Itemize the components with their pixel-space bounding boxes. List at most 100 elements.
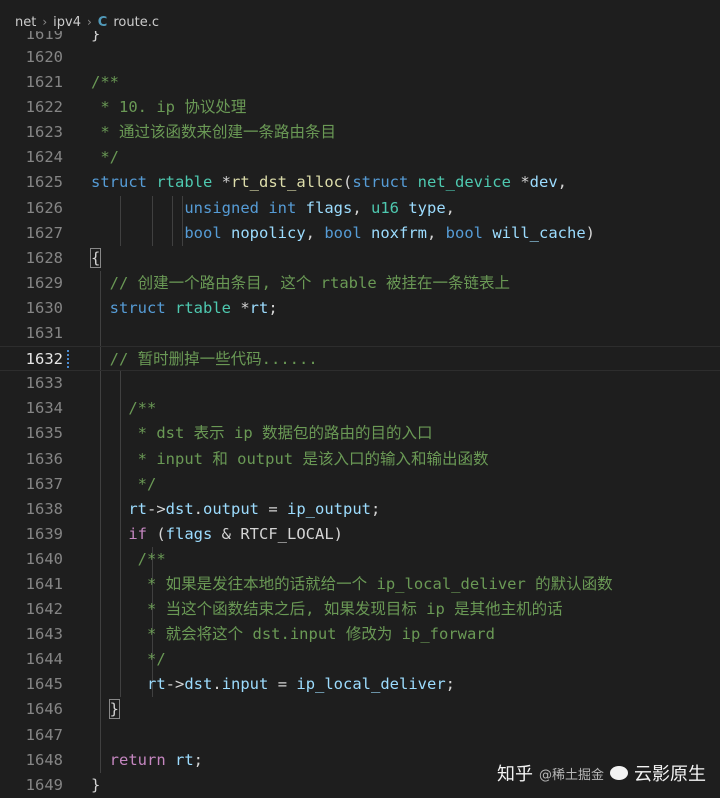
watermark-faint-text: @稀土掘金 — [538, 767, 604, 783]
breadcrumb-segment-ipv4[interactable]: ipv4 — [53, 15, 81, 30]
code-token: } — [91, 775, 101, 794]
line-number: 1624 — [25, 148, 63, 167]
code-line[interactable]: 1646 } — [0, 697, 720, 723]
code-token: ) — [585, 223, 596, 242]
code-line[interactable]: 1645 rt->dst.input = ip_local_deliver; — [0, 672, 720, 698]
breadcrumb-segment-net[interactable]: net — [15, 15, 36, 30]
chevron-right-icon: › — [86, 15, 92, 29]
code-token: dev — [529, 173, 558, 192]
code-line[interactable]: 1631 — [0, 321, 720, 347]
code-line[interactable]: 1636 * input 和 output 是该入口的输入和输出函数 — [0, 446, 720, 472]
code-text: /** — [91, 547, 166, 572]
line-number: 1646 — [25, 700, 63, 719]
code-line[interactable]: 1647 — [0, 722, 720, 748]
code-line[interactable]: 1626 unsigned int flags, u16 type, — [0, 195, 720, 221]
code-text: rt->dst.output = ip_output; — [91, 497, 380, 522]
code-text: struct rtable *rt_dst_alloc(struct net_d… — [91, 170, 567, 195]
line-number: 1639 — [25, 524, 63, 543]
indent-guide — [100, 722, 101, 748]
code-line[interactable]: 1637 */ — [0, 471, 720, 497]
code-token: ; — [445, 675, 456, 694]
code-line[interactable]: 1633 — [0, 371, 720, 397]
watermark-brand: 云影原生 — [634, 764, 706, 785]
code-text: { — [89, 246, 102, 271]
code-text: } — [91, 697, 121, 722]
code-line[interactable]: 1625 struct rtable *rt_dst_alloc(struct n… — [0, 170, 720, 195]
code-text: */ — [91, 145, 119, 170]
code-line[interactable]: 1623 * 通过该函数来创建一条路由条目 — [0, 120, 720, 145]
code-token: ( — [342, 173, 353, 192]
line-number: 1628 — [25, 248, 63, 267]
code-token: input — [221, 675, 269, 694]
code-text: * 通过该函数来创建一条路由条目 — [91, 120, 336, 145]
code-token: * 通过该函数来创建一条路由条目 — [91, 123, 336, 142]
line-number: 1634 — [25, 399, 63, 418]
indent-guide — [100, 371, 101, 397]
code-line[interactable]: 1642 * 当这个函数结束之后, 如果发现目标 ip 是其他主机的话 — [0, 597, 720, 623]
code-editor[interactable]: 1619} 1620 1621/** 1622 * 10. ip 协议处理 1623 *… — [0, 31, 720, 798]
line-number: 1619 — [25, 31, 63, 43]
code-line[interactable]: 1620 — [0, 45, 720, 70]
line-number: 1636 — [25, 449, 63, 468]
code-text: return rt; — [91, 748, 203, 773]
line-number: 1622 — [25, 98, 63, 117]
code-text: struct rtable *rt; — [91, 296, 278, 321]
code-line[interactable]: 1624 */ — [0, 145, 720, 170]
code-token: & — [212, 524, 241, 543]
line-number: 1633 — [25, 374, 63, 393]
line-number: 1626 — [25, 198, 63, 217]
code-line[interactable]: 1641 * 如果是发往本地的话就给一个 ip_local_deliver 的默… — [0, 571, 720, 598]
code-line[interactable]: 1640 /** — [0, 546, 720, 572]
line-number: 1642 — [25, 600, 63, 619]
chevron-right-icon: › — [42, 15, 48, 29]
code-token: ; — [193, 750, 204, 769]
code-token: */ — [128, 474, 157, 493]
code-line[interactable]: 1638 rt->dst.output = ip_output; — [0, 496, 720, 522]
code-line[interactable]: 1644 */ — [0, 647, 720, 673]
code-token: , — [427, 223, 446, 242]
code-token: unsigned — [184, 198, 269, 217]
line-number: 1630 — [25, 298, 63, 317]
code-line[interactable]: 1635 * dst 表示 ip 数据包的路由的目的入口 — [0, 421, 720, 447]
line-number: 1641 — [25, 574, 63, 593]
code-line[interactable]: 1639 if (flags & RTCF_LOCAL) — [0, 521, 720, 547]
code-line[interactable]: 1628 { — [0, 246, 720, 271]
code-line[interactable]: 1643 * 就会将这个 dst.input 修改为 ip_forward — [0, 622, 720, 648]
code-text: } — [91, 773, 100, 798]
code-line[interactable]: 1619} — [0, 31, 720, 45]
line-number: 1629 — [25, 273, 63, 292]
code-line[interactable]: 1630 struct rtable *rt; — [0, 295, 720, 322]
code-line[interactable]: 1622 * 10. ip 协议处理 — [0, 95, 720, 120]
code-token: * 当这个函数结束之后, 如果发现目标 ip 是其他主机的话 — [137, 600, 563, 619]
line-number: 1648 — [25, 750, 63, 769]
line-number: 1637 — [25, 474, 63, 493]
code-line[interactable]: 1621 /** — [0, 70, 720, 95]
code-token: = — [259, 499, 288, 518]
code-token: } — [91, 31, 101, 43]
code-line[interactable]: 1627 bool nopolicy, bool noxfrm, bool wi… — [0, 220, 720, 246]
code-token: // 创建一个路由条目, 这个 rtable 被挂在一条链表上 — [109, 273, 510, 292]
breadcrumb-file[interactable]: route.c — [113, 15, 159, 30]
code-token: struct — [109, 298, 175, 317]
code-token: . — [212, 675, 222, 694]
code-line[interactable]: 1634 /** — [0, 396, 720, 422]
code-text: bool nopolicy, bool noxfrm, bool will_ca… — [91, 221, 595, 246]
code-token: * 如果是发往本地的话就给一个 ip_local_deliver 的默认函数 — [137, 574, 613, 593]
line-number: 1632 — [25, 350, 63, 369]
code-text: // 创建一个路由条目, 这个 rtable 被挂在一条链表上 — [91, 271, 510, 296]
code-token: /** — [91, 73, 119, 92]
code-line[interactable]: 1629 // 创建一个路由条目, 这个 rtable 被挂在一条链表上 — [0, 270, 720, 296]
code-token: /** — [128, 399, 157, 418]
code-line[interactable]: 1632 // 暂时删掉一些代码...... — [0, 346, 720, 372]
code-token: -> — [147, 499, 166, 518]
